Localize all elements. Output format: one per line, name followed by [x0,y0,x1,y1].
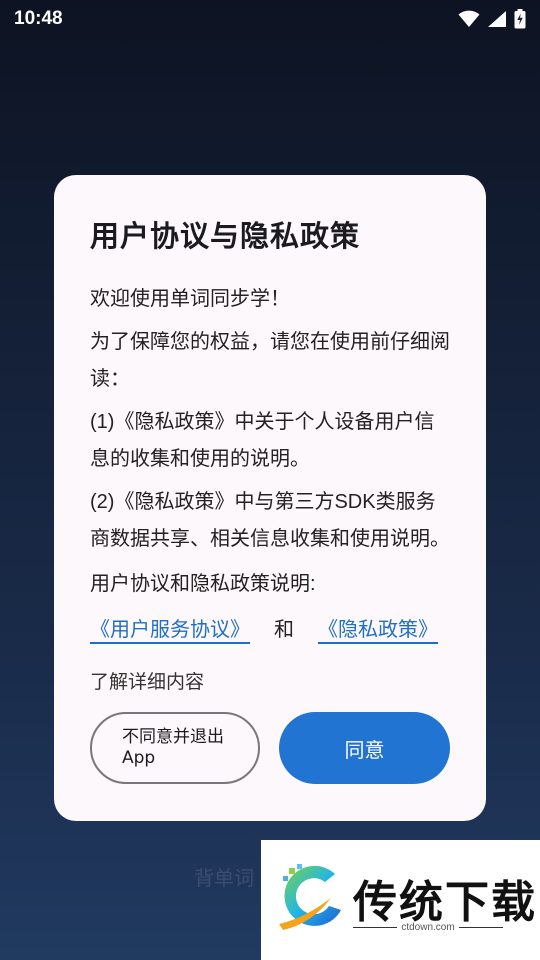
status-time: 10:48 [14,8,63,29]
decline-exit-button[interactable]: 不同意并退出App [90,712,260,784]
user-agreement-link[interactable]: 《用户服务协议》 [90,613,250,642]
battery-charging-icon [514,9,526,29]
watermark-domain-row: ctdown.com [353,922,504,933]
privacy-dialog: 用户协议与隐私政策 欢迎使用单词同步学！ 为了保障您的权益，请您在使用前仔细阅读… [54,175,486,821]
status-icons [458,9,526,29]
privacy-policy-link[interactable]: 《隐私政策》 [318,613,438,642]
watermark-brand: 传统下载 [353,877,537,928]
watermark-overlay: 传统下载 ctdown.com [261,840,540,960]
intro-text: 为了保障您的权益，请您在使用前仔细阅读： [90,331,450,390]
button-row: 不同意并退出App 同意 [90,712,450,784]
wifi-icon [458,10,480,27]
links-intro: 用户协议和隐私政策说明: [90,573,316,595]
links-row: 《用户服务协议》 和 《隐私政策》 [90,609,450,645]
agree-button[interactable]: 同意 [279,712,450,784]
link-conjunction: 和 [274,616,294,641]
signal-icon [488,11,506,27]
decline-button-label: 不同意并退出App [122,727,224,768]
background-label: 背单词 [194,868,254,890]
policy-item-2: (2)《隐私政策》中与第三方SDK类服务商数据共享、相关信息收集和使用说明。 [90,491,450,550]
brand-logo-icon [279,864,341,930]
watermark-domain: ctdown.com [401,922,455,933]
welcome-text: 欢迎使用单词同步学！ [90,288,290,310]
policy-item-1: (1)《隐私政策》中关于个人设备用户信息的收集和使用的说明。 [90,411,435,470]
agree-button-label: 同意 [344,737,385,762]
learn-more-link[interactable]: 了解详细内容 [90,667,450,694]
status-bar: 10:48 [0,0,540,38]
dialog-title: 用户协议与隐私政策 [90,219,361,253]
